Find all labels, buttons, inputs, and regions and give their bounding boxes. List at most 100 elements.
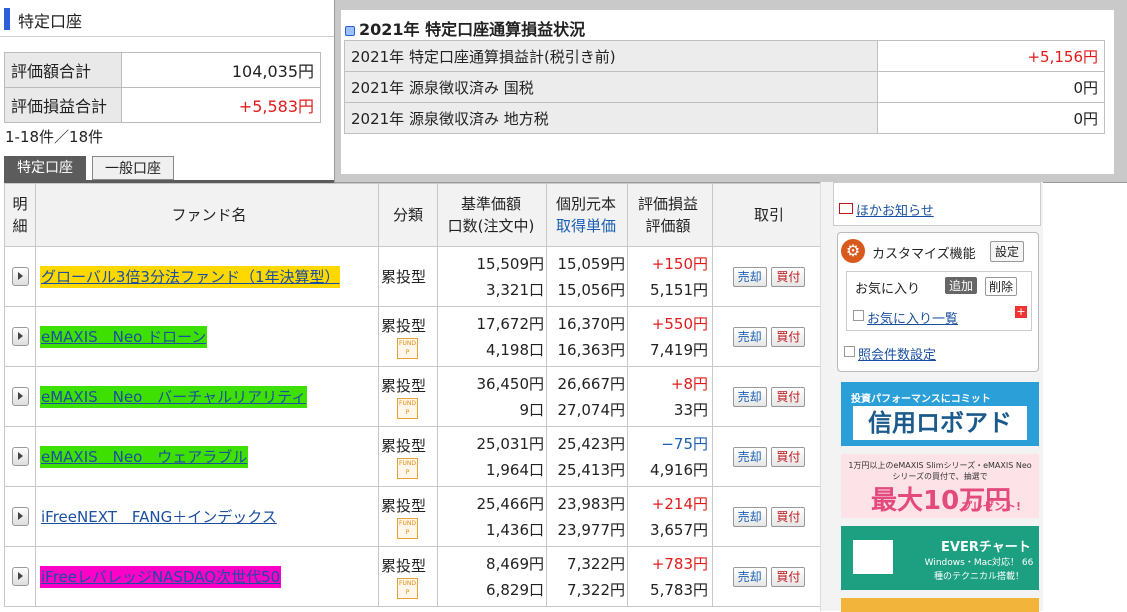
- fund-name-link[interactable]: eMAXIS Neo ウェアラブル: [40, 446, 249, 468]
- fund-name-cell: eMAXIS Neo ウェアラブル: [35, 426, 379, 487]
- pl-table: 2021年 特定口座通算損益計(税引き前) +5,156円 2021年 源泉徴収済…: [344, 40, 1105, 134]
- profit-loss: +214円: [651, 494, 708, 513]
- tab-ippan[interactable]: 一般口座: [92, 156, 174, 180]
- header-accent-bar: [4, 8, 10, 30]
- summary-table: 評価額合計 104,035円 評価損益合計 +5,583円: [4, 52, 321, 123]
- favorites-add-button[interactable]: 追加: [945, 277, 978, 294]
- view-count-settings-link[interactable]: 照会件数設定: [858, 344, 936, 363]
- summary-label: 評価損益合計: [4, 87, 122, 123]
- valuation: 33円: [673, 400, 708, 419]
- news-box: ほかお知らせ: [833, 182, 1041, 226]
- plus-icon[interactable]: +: [1015, 306, 1027, 318]
- tab-tokutei[interactable]: 特定口座: [4, 156, 86, 180]
- col-trade: 取引: [712, 183, 826, 247]
- category-label: 累投型: [381, 376, 427, 395]
- other-news-link[interactable]: ほかお知らせ: [856, 200, 934, 219]
- unit-cost: 16,363円: [557, 340, 626, 359]
- individual-cost: 26,667円: [557, 374, 626, 393]
- trade-cell: 売却 買付: [712, 246, 826, 307]
- pl-row: 2021年 特定口座通算損益計(税引き前) +5,156円: [344, 40, 1105, 72]
- category-label: 累投型: [381, 556, 427, 575]
- pl-row: 2021年 源泉徴収済み 国税 0円: [344, 71, 1105, 103]
- unit-cost: 7,322円: [567, 580, 625, 599]
- ad-big-text: 信用ロボアド: [853, 406, 1027, 440]
- expand-arrow-icon[interactable]: [11, 327, 29, 346]
- sell-button[interactable]: 売却: [732, 326, 767, 347]
- expand-arrow-icon[interactable]: [11, 267, 29, 286]
- expand-arrow-icon[interactable]: [11, 447, 29, 466]
- sell-button[interactable]: 売却: [732, 386, 767, 407]
- fund-name-cell: eMAXIS Neo ドローン: [35, 306, 379, 367]
- col-pl-2: 評価額: [645, 217, 691, 235]
- base-price: 25,031円: [476, 434, 545, 453]
- ad-small-text: Windows・Mac対応！ 66種のテクニカル搭載！: [924, 558, 1034, 582]
- category-cell: 累投型: [378, 246, 438, 307]
- fund-name-link[interactable]: eMAXIS Neo ドローン: [40, 326, 208, 348]
- trade-cell: 売却 買付: [712, 486, 826, 547]
- customize-title: カスタマイズ機能: [872, 247, 976, 262]
- fund-name-link[interactable]: iFreeレバレッジNASDAQ次世代50: [40, 566, 282, 588]
- expand-arrow-icon[interactable]: [11, 387, 29, 406]
- unit-cost: 25,413円: [557, 460, 626, 479]
- col-pl: 評価損益 評価額: [627, 183, 713, 247]
- result-count: 1-18件／18件: [5, 128, 104, 146]
- favorites-delete-button[interactable]: 削除: [985, 277, 1018, 296]
- category-label: 累投型: [381, 268, 427, 286]
- buy-button[interactable]: 買付: [771, 446, 806, 467]
- trade-cell: 売却 買付: [712, 306, 826, 367]
- cost-cell: 25,423円 25,413円: [546, 426, 628, 487]
- col-cost-2[interactable]: 取得単価: [556, 217, 616, 235]
- col-price-2: 口数(注文中): [447, 217, 535, 235]
- buy-button[interactable]: 買付: [771, 266, 806, 287]
- sell-button[interactable]: 売却: [732, 566, 767, 587]
- detail-cell: [4, 546, 36, 607]
- fund-name-link[interactable]: iFreeNEXT FANG＋インデックス: [40, 506, 278, 528]
- summary-value: 104,035円: [121, 52, 321, 88]
- buy-button[interactable]: 買付: [771, 566, 806, 587]
- profit-loss: +8円: [670, 374, 708, 393]
- pl-cell: +214円 3,657円: [627, 486, 713, 547]
- pl-label: 2021年 特定口座通算損益計(税引き前): [344, 40, 878, 72]
- expand-arrow-icon[interactable]: [11, 507, 29, 526]
- buy-button[interactable]: 買付: [771, 326, 806, 347]
- fund-point-icon: FUND P: [397, 517, 418, 539]
- buy-button[interactable]: 買付: [771, 506, 806, 527]
- summary-value: +5,583円: [121, 87, 321, 123]
- category-cell: 累投型 FUND P: [378, 366, 438, 427]
- valuation: 4,916円: [650, 460, 708, 479]
- base-price: 15,509円: [476, 254, 545, 273]
- buy-button[interactable]: 買付: [771, 386, 806, 407]
- price-cell: 15,509円 3,321口: [437, 246, 547, 307]
- units: 1,436口: [486, 520, 544, 539]
- units: 3,321口: [486, 280, 544, 299]
- square-bullet-icon: [345, 25, 355, 36]
- fund-table: 明細 ファンド名 分類 基準価額 口数(注文中) 個別元本 取得単価 評価損益 評価額…: [4, 183, 826, 607]
- favorites-list-link[interactable]: お気に入り一覧: [867, 308, 958, 327]
- summary-row: 評価額合計 104,035円: [4, 52, 321, 88]
- pl-value: 0円: [877, 71, 1105, 103]
- ad-banner-everchart[interactable]: EVERチャート Windows・Mac対応！ 66種のテクニカル搭載！: [841, 526, 1039, 590]
- ad-banner-bottom[interactable]: [841, 598, 1039, 612]
- table-row: eMAXIS Neo ウェアラブル 累投型 FUND P 25,031円 1,964口 2…: [4, 426, 826, 487]
- sell-button[interactable]: 売却: [732, 446, 767, 467]
- fund-name-cell: eMAXIS Neo バーチャルリアリティ: [35, 366, 379, 427]
- ad-banner-emaxis[interactable]: 1万円以上のeMAXIS Slimシリーズ・eMAXIS Neoシリーズの買付で…: [841, 454, 1039, 518]
- favorites-box: お気に入り 追加 削除 お気に入り一覧 +: [846, 271, 1032, 331]
- col-price: 基準価額 口数(注文中): [437, 183, 547, 247]
- fund-name-link[interactable]: グローバル3倍3分法ファンド（1年決算型）: [40, 266, 341, 288]
- valuation: 3,657円: [650, 520, 708, 539]
- profit-loss: +550円: [651, 314, 708, 333]
- candlestick-chart-icon: [853, 540, 893, 574]
- fund-name-link[interactable]: eMAXIS Neo バーチャルリアリティ: [40, 386, 308, 408]
- pl-label: 2021年 源泉徴収済み 国税: [344, 71, 878, 103]
- pl-row: 2021年 源泉徴収済み 地方税 0円: [344, 102, 1105, 134]
- units: 9口: [519, 400, 544, 419]
- expand-arrow-icon[interactable]: [11, 567, 29, 586]
- sell-button[interactable]: 売却: [732, 266, 767, 287]
- detail-cell: [4, 486, 36, 547]
- sell-button[interactable]: 売却: [732, 506, 767, 527]
- arrow-right-icon: [844, 346, 855, 357]
- individual-cost: 23,983円: [557, 494, 626, 513]
- customize-settings-button[interactable]: 設定: [990, 241, 1025, 262]
- ad-banner-robo[interactable]: 投資パフォーマンスにコミット 信用ロボアド: [841, 382, 1039, 446]
